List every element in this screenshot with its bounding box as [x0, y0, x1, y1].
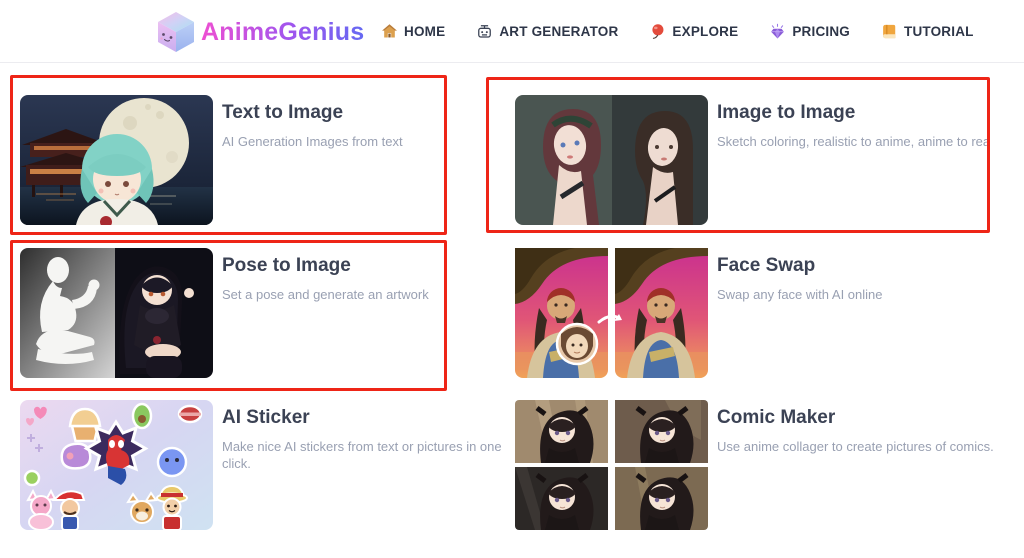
nav-explore[interactable]: EXPLORE	[649, 23, 738, 40]
feature-description: Swap any face with AI online	[717, 287, 883, 302]
feature-title: Text to Image	[222, 102, 344, 123]
brand-logo[interactable]: AnimeGenius	[157, 11, 364, 53]
nav-explore-label: EXPLORE	[672, 24, 739, 39]
card-body: Image to Image Sketch coloring, realisti…	[717, 95, 1017, 150]
robot-icon	[476, 23, 493, 40]
feature-card-pose-to-image[interactable]: Pose to Image Set a pose and generate an…	[20, 248, 522, 378]
card-body: Text to Image AI Generation Images from …	[222, 95, 522, 150]
feature-description: Set a pose and generate an artwork	[222, 287, 429, 302]
pose-to-image-thumbnail	[20, 248, 213, 378]
feature-title: Comic Maker	[717, 407, 836, 428]
feature-title: Face Swap	[717, 255, 816, 276]
nav-pricing-label: PRICING	[792, 24, 850, 39]
face-swap-thumbnail	[515, 248, 708, 378]
image-to-image-thumbnail	[515, 95, 708, 225]
text-to-image-thumbnail	[20, 95, 213, 225]
nav-home-label: HOME	[404, 24, 446, 39]
feature-description: Sketch coloring, realistic to anime, ani…	[717, 134, 990, 149]
card-body: Pose to Image Set a pose and generate an…	[222, 248, 522, 303]
nav-tutorial[interactable]: TUTORIAL	[881, 23, 974, 40]
header: AnimeGenius HOME ART GENERATOR EXPLORE P…	[0, 0, 1024, 63]
card-body: Face Swap Swap any face with AI online	[717, 248, 1017, 303]
feature-title: Image to Image	[717, 102, 856, 123]
page: AnimeGenius HOME ART GENERATOR EXPLORE P…	[0, 0, 1024, 558]
gem-icon	[769, 23, 786, 40]
feature-title: Pose to Image	[222, 255, 351, 276]
feature-card-ai-sticker[interactable]: AI Sticker Make nice AI stickers from te…	[20, 400, 522, 530]
feature-card-text-to-image[interactable]: Text to Image AI Generation Images from …	[20, 95, 522, 225]
book-icon	[881, 23, 898, 40]
main-nav: HOME ART GENERATOR EXPLORE PRICING TUTOR…	[381, 0, 974, 63]
feature-card-comic-maker[interactable]: Comic Maker Use anime collager to create…	[515, 400, 1017, 530]
card-body: Comic Maker Use anime collager to create…	[717, 400, 1017, 455]
nav-home[interactable]: HOME	[381, 23, 445, 40]
nav-tutorial-label: TUTORIAL	[904, 24, 974, 39]
home-icon	[381, 23, 398, 40]
nav-pricing[interactable]: PRICING	[769, 23, 850, 40]
feature-description: Use anime collager to create pictures of…	[717, 439, 994, 454]
cube-mascot-icon	[157, 11, 195, 53]
feature-card-face-swap[interactable]: Face Swap Swap any face with AI online	[515, 248, 1017, 378]
brand-name: AnimeGenius	[201, 17, 365, 46]
comic-maker-thumbnail	[515, 400, 708, 530]
card-body: AI Sticker Make nice AI stickers from te…	[222, 400, 522, 472]
nav-art-generator-label: ART GENERATOR	[499, 24, 619, 39]
feature-title: AI Sticker	[222, 407, 310, 428]
feature-description: Make nice AI stickers from text or pictu…	[222, 439, 502, 471]
balloon-icon	[649, 23, 666, 40]
ai-sticker-thumbnail	[20, 400, 213, 530]
feature-description: AI Generation Images from text	[222, 134, 403, 149]
nav-art-generator[interactable]: ART GENERATOR	[476, 23, 618, 40]
feature-card-image-to-image[interactable]: Image to Image Sketch coloring, realisti…	[515, 95, 1017, 225]
